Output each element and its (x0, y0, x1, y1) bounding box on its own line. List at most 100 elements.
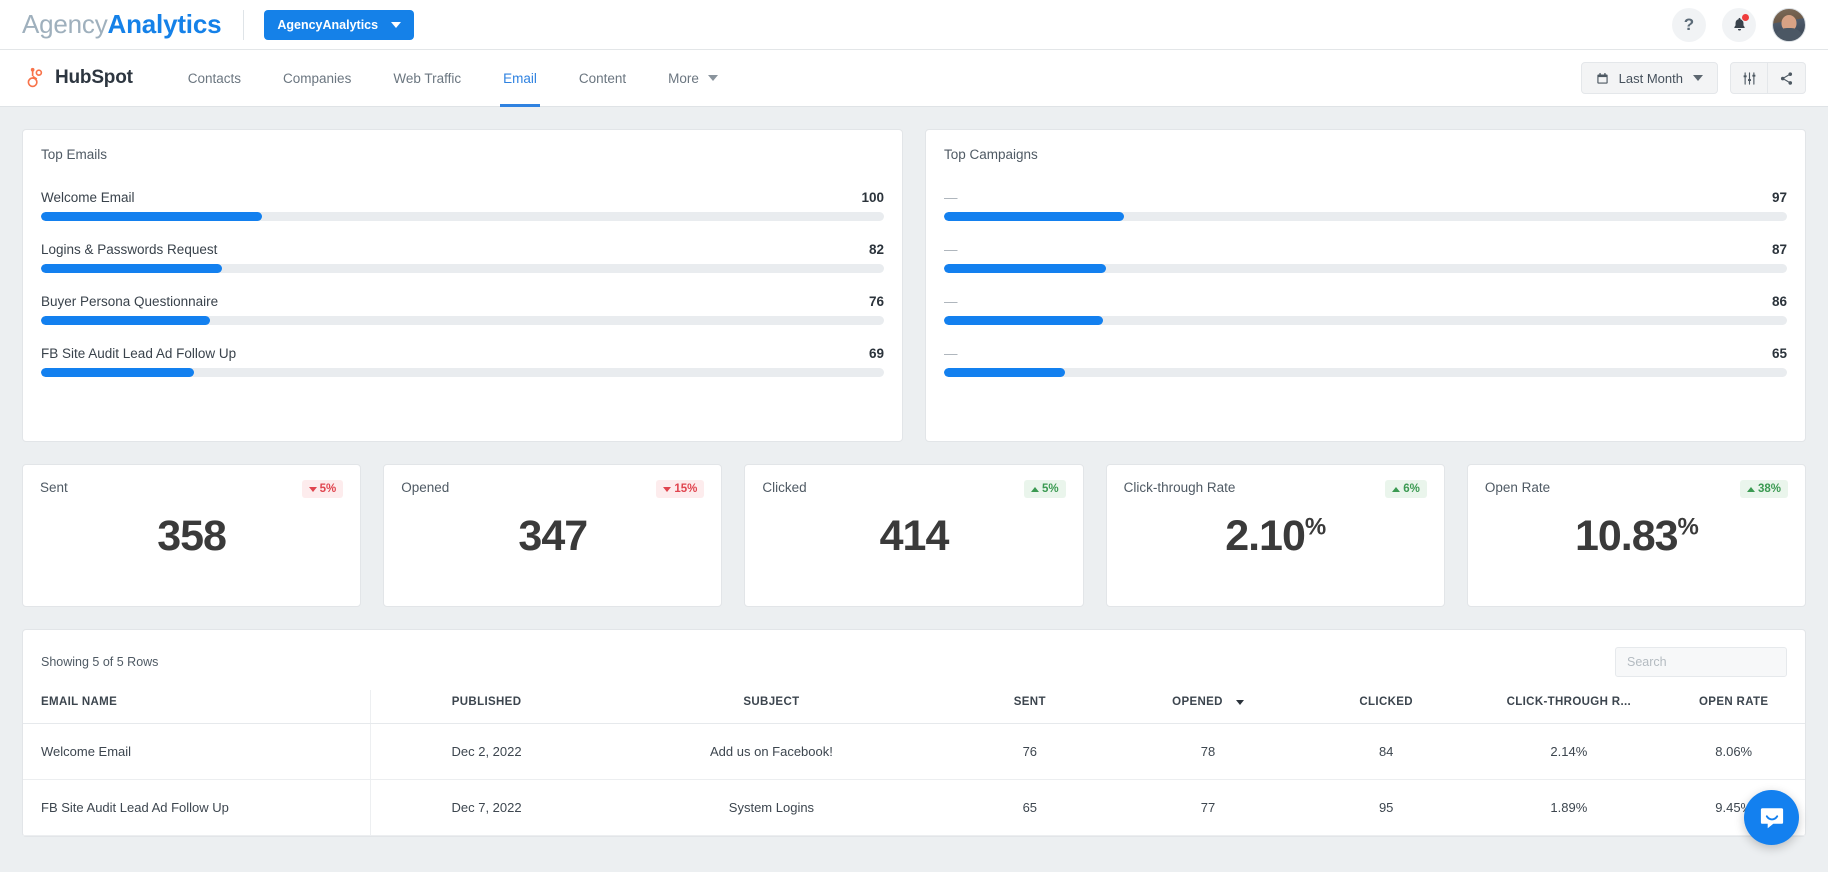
share-button[interactable] (1768, 62, 1806, 94)
tab-content[interactable]: Content (558, 50, 647, 106)
column-header-clicked[interactable]: CLICKED (1297, 690, 1476, 724)
top-emails-bar-row[interactable]: Buyer Persona Questionnaire 76 (41, 294, 884, 325)
nav-icon-group (1730, 62, 1806, 94)
top-emails-bar-row[interactable]: Logins & Passwords Request 82 (41, 242, 884, 273)
table-row[interactable]: FB Site Audit Lead Ad Follow Up Dec 7, 2… (23, 779, 1805, 836)
header-actions: ? (1672, 7, 1806, 42)
top-campaigns-bar-row[interactable]: — 87 (944, 242, 1787, 273)
column-header-click-through-rate[interactable]: CLICK-THROUGH R... (1475, 690, 1663, 724)
bar-fill (41, 212, 262, 221)
tab-contacts-label: Contacts (187, 70, 242, 86)
tab-more[interactable]: More (647, 50, 739, 106)
table-body: Welcome Email Dec 2, 2022 Add us on Face… (23, 723, 1805, 836)
column-header-opened-label: OPENED (1172, 696, 1223, 708)
kpi-cards-row: Sent 5% 358 Opened 15% 347 Clicked 5% 41… (22, 464, 1807, 607)
tab-companies[interactable]: Companies (262, 50, 372, 106)
column-header-subject[interactable]: SUBJECT (602, 690, 941, 724)
bar-fill (41, 368, 195, 377)
top-campaigns-bar-row[interactable]: — 86 (944, 294, 1787, 325)
top-header-bar: AgencyAnalytics AgencyAnalytics ? (0, 0, 1828, 50)
kpi-value: 358 (23, 512, 360, 561)
bar-label: — (944, 242, 958, 257)
bar-value: 87 (1771, 242, 1787, 257)
bar-label: — (944, 190, 958, 205)
bar-value: 69 (868, 346, 884, 361)
bar-value: 82 (868, 242, 884, 257)
bar-label: — (944, 294, 958, 309)
table-row[interactable]: Welcome Email Dec 2, 2022 Add us on Face… (23, 723, 1805, 780)
kpi-value: 2.10% (1107, 512, 1444, 561)
kpi-value: 347 (384, 512, 721, 561)
cell-sent: 65 (940, 779, 1119, 836)
badge-value: 5% (1041, 483, 1059, 495)
kpi-number: 414 (879, 512, 950, 560)
kpi-card-sent: Sent 5% 358 (22, 464, 362, 607)
avatar[interactable] (1772, 7, 1806, 42)
email-table: EMAIL NAME PUBLISHED SUBJECT SENT OPENED… (23, 690, 1805, 836)
bar-track (41, 212, 884, 221)
integration-title: HubSpot (22, 67, 133, 89)
account-selector-button[interactable]: AgencyAnalytics (264, 9, 415, 40)
cell-click-through-rate: 1.89% (1475, 779, 1663, 836)
top-campaigns-title: Top Campaigns (944, 147, 1038, 162)
chevron-down-icon (1693, 75, 1703, 81)
tab-more-label: More (668, 70, 699, 86)
tab-email[interactable]: Email (482, 50, 558, 107)
column-header-sent[interactable]: SENT (940, 690, 1119, 724)
kpi-number: 358 (157, 512, 227, 560)
kpi-card-open-rate: Open Rate 38% 10.83% (1466, 464, 1807, 607)
kpi-label: Opened (401, 480, 450, 495)
kpi-number: 2.10 (1225, 512, 1306, 560)
kpi-label: Sent (40, 480, 68, 495)
column-header-published[interactable]: PUBLISHED (369, 690, 603, 724)
filter-settings-button[interactable] (1730, 62, 1768, 94)
column-header-email-name[interactable]: EMAIL NAME (23, 690, 371, 724)
column-header-opened[interactable]: OPENED (1118, 690, 1298, 724)
top-emails-title: Top Emails (41, 147, 108, 162)
bar-value: 86 (1771, 294, 1787, 309)
app-logo: AgencyAnalytics (22, 9, 222, 40)
top-campaigns-bar-row[interactable]: — 97 (944, 190, 1787, 221)
status-badge: 6% (1385, 480, 1427, 498)
header-divider (243, 9, 245, 40)
table-header: EMAIL NAME PUBLISHED SUBJECT SENT OPENED… (23, 690, 1805, 724)
arrow-up-icon (1746, 486, 1755, 492)
cell-open-rate: 8.06% (1662, 723, 1805, 780)
tab-web-traffic[interactable]: Web Traffic (372, 50, 482, 106)
top-emails-bar-row[interactable]: FB Site Audit Lead Ad Follow Up 69 (41, 346, 884, 377)
arrow-up-icon (1392, 486, 1401, 492)
kpi-unit: % (1677, 513, 1699, 541)
kpi-card-opened: Opened 15% 347 (383, 464, 723, 607)
top-campaigns-bar-row[interactable]: — 65 (944, 346, 1787, 377)
chat-launcher-button[interactable] (1744, 790, 1799, 845)
help-button[interactable]: ? (1672, 7, 1706, 42)
search-input[interactable] (1615, 647, 1787, 677)
bar-value: 65 (1771, 346, 1787, 361)
cell-opened: 78 (1118, 723, 1298, 780)
bar-fill (944, 368, 1065, 377)
question-mark-icon: ? (1683, 14, 1695, 34)
chevron-down-icon (391, 21, 402, 28)
status-badge: 5% (1023, 480, 1066, 498)
arrow-up-icon (1030, 486, 1039, 492)
column-header-open-rate[interactable]: OPEN RATE (1662, 690, 1805, 724)
bar-track (944, 368, 1787, 377)
tab-contacts[interactable]: Contacts (167, 50, 262, 106)
cell-published: Dec 7, 2022 (369, 779, 603, 836)
badge-value: 38% (1757, 483, 1782, 495)
notifications-button[interactable] (1722, 7, 1756, 42)
kpi-card-click-through-rate: Click-through Rate 6% 2.10% (1105, 464, 1445, 607)
notification-indicator-dot (1741, 12, 1750, 22)
badge-value: 5% (319, 483, 337, 495)
date-range-button[interactable]: Last Month (1580, 62, 1718, 94)
intercom-chat-icon (1760, 807, 1783, 828)
top-emails-bar-row[interactable]: Welcome Email 100 (41, 190, 884, 221)
app-logo-light-text: Agency (22, 9, 108, 39)
nav-actions: Last Month (1580, 62, 1806, 94)
cell-email-name: FB Site Audit Lead Ad Follow Up (23, 779, 371, 836)
kpi-unit: % (1304, 513, 1326, 541)
top-campaigns-card: Top Campaigns — 97 — 87 — 86 — 65 (925, 129, 1806, 442)
nav-tabs: Contacts Companies Web Traffic Email Con… (167, 50, 739, 107)
kpi-value: 414 (745, 512, 1082, 561)
bar-label: FB Site Audit Lead Ad Follow Up (41, 346, 237, 361)
